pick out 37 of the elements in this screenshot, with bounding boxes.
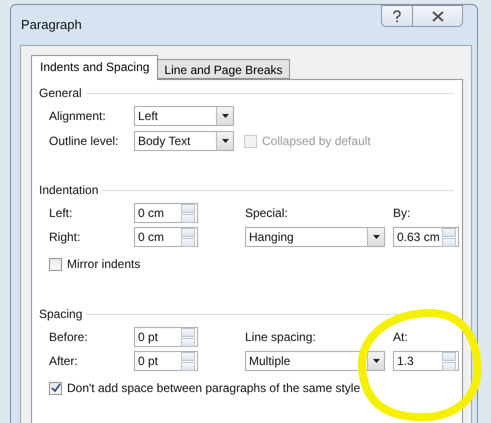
dont-add-space-checkbox[interactable]: Don't add space between paragraphs of the same style (49, 381, 462, 395)
special-dropdown[interactable]: Hanging (245, 227, 385, 247)
mirror-indents-checkbox[interactable]: Mirror indents (49, 257, 462, 271)
close-button[interactable] (413, 5, 463, 27)
field-label: After: (49, 354, 79, 368)
dropdown-arrow-icon (372, 359, 380, 363)
right-indent-spinner[interactable]: 0 cm (134, 227, 198, 247)
left-indent-spinner[interactable]: 0 cm (134, 203, 198, 223)
field-label: Left: (49, 206, 74, 220)
outline-level-dropdown[interactable]: Body Text (134, 131, 234, 151)
field-label: Outline level: (49, 134, 120, 148)
tab[interactable]: Line and Page Breaks (158, 59, 290, 79)
field-label: Special: (245, 206, 289, 220)
field-label: Line spacing: (245, 330, 317, 344)
section-heading: Spacing (39, 307, 82, 321)
section-heading: Indentation (39, 183, 98, 197)
checkmark-icon (50, 383, 60, 393)
window-title: Paragraph (21, 17, 82, 32)
section-heading: General (39, 86, 82, 100)
dropdown-arrow-icon (372, 235, 380, 239)
field-label: Before: (49, 330, 89, 344)
line-spacing-dropdown[interactable]: Multiple (245, 351, 385, 371)
at-spinner[interactable]: 1.3 (393, 351, 459, 371)
field-label: Alignment: (49, 109, 107, 123)
by-spinner[interactable]: 0.63 cm (393, 227, 459, 247)
dropdown-arrow-icon (222, 139, 228, 143)
help-icon (392, 10, 402, 22)
alignment-dropdown[interactable]: Left (134, 106, 234, 126)
field-label: By: (393, 206, 412, 220)
field-label: At: (393, 330, 409, 344)
tab[interactable]: Indents and Spacing (31, 55, 158, 80)
before-spinner[interactable]: 0 pt (134, 327, 198, 347)
field-label: Right: (49, 230, 82, 244)
after-spinner[interactable]: 0 pt (134, 351, 198, 371)
dropdown-arrow-icon (222, 114, 228, 118)
help-button[interactable] (381, 5, 413, 27)
close-icon (432, 10, 444, 22)
